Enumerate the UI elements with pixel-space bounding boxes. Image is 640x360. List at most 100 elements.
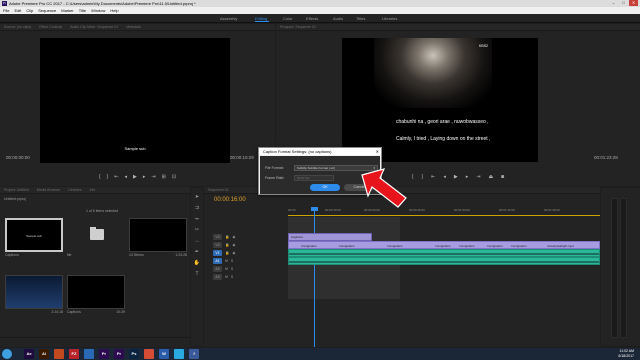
tab-effect-controls[interactable]: Effect Controls [39,25,62,29]
tab-media-browser[interactable]: Media Browser [37,188,60,192]
type-tool-icon[interactable]: T [195,271,198,277]
mute-icon[interactable]: M [225,275,228,279]
solo-icon[interactable]: S [231,267,233,271]
tab-audio-clip-mixer[interactable]: Audio Clip Mixer: Sequence 01 [70,25,118,29]
step-back-icon[interactable]: ◂ [125,174,128,184]
ripple-edit-icon[interactable]: ⟛ [195,216,200,222]
project-item-captions-2[interactable]: Captions 10:29 [67,275,125,314]
menu-window[interactable]: Window [91,8,105,13]
tab-project[interactable]: Project: Untitled [4,188,29,192]
taskbar-app-icon[interactable] [144,349,154,359]
track-label-v2[interactable]: V2 [213,242,222,248]
menu-file[interactable]: File [3,8,9,13]
taskbar-app-icon[interactable]: W [159,349,169,359]
menu-marker[interactable]: Marker [61,8,73,13]
mute-icon[interactable]: M [225,267,228,271]
taskbar-app-icon[interactable]: Pr [114,349,124,359]
tab-sequence[interactable]: Sequence 01 [208,188,229,192]
maximize-icon[interactable]: □ [619,0,628,6]
menu-edit[interactable]: Edit [14,8,21,13]
mark-in-icon[interactable]: { [99,174,101,184]
workspace-titles[interactable]: Titles [356,16,365,21]
close-icon[interactable]: ✕ [629,0,638,6]
step-forward-icon[interactable]: ▸ [466,174,469,184]
hand-tool-icon[interactable]: ✋ [194,260,200,266]
program-video-frame[interactable]: KBS2 chabunhi na , geori arae , nuwobwas… [342,38,538,162]
audio-clip-a1[interactable] [288,257,600,265]
track-label-a3[interactable]: A3 [213,274,222,280]
start-button-icon[interactable] [2,349,12,359]
track-label-v1[interactable]: V1 [213,250,222,256]
workspace-audio[interactable]: Audio [333,16,343,21]
menu-title[interactable]: Title [79,8,86,13]
workspace-effects[interactable]: Effects [306,16,318,21]
insert-icon[interactable]: ⊞ [162,174,166,184]
taskbar-app-icon[interactable] [84,349,94,359]
taskbar-app-icon[interactable]: f [189,349,199,359]
project-item-sequence[interactable]: 13 Stems 1:24:28 [129,218,187,257]
menu-sequence[interactable]: Sequence [38,8,56,13]
taskbar-app-icon[interactable]: Ai [39,349,49,359]
menu-clip[interactable]: Clip [26,8,33,13]
eye-icon[interactable]: ◉ [232,243,235,247]
source-video-frame[interactable]: Sample sub [40,38,230,163]
export-frame-icon[interactable]: ◙ [501,174,504,184]
selection-tool-icon[interactable]: ➤ [195,194,199,200]
menu-help[interactable]: Help [110,8,118,13]
go-to-out-icon[interactable]: ⇥ [151,174,155,184]
mark-out-icon[interactable]: } [421,174,423,184]
razor-tool-icon[interactable]: ✂ [195,227,199,233]
tab-source[interactable]: Source: (no clips) [4,25,31,29]
workspace-libraries[interactable]: Libraries [382,16,397,21]
go-to-in-icon[interactable]: ⇤ [114,174,118,184]
taskbar-app-icon[interactable]: Pr [99,349,109,359]
tab-libraries[interactable]: Libraries [68,188,81,192]
audio-video-clip-v1[interactable] [288,249,600,257]
project-item-video[interactable]: 2:24:18 [5,275,63,314]
solo-icon[interactable]: S [231,275,233,279]
slip-tool-icon[interactable]: ↔ [195,238,200,244]
minimize-icon[interactable]: – [609,0,618,6]
track-label-a2[interactable]: A2 [213,266,222,272]
mute-icon[interactable]: M [225,259,228,263]
track-label-a1[interactable]: A1 [213,258,222,264]
taskbar-app-icon[interactable]: FZ [69,349,79,359]
lock-icon[interactable]: 🔒 [225,243,229,247]
play-icon[interactable]: ▶ [133,174,137,184]
tab-program[interactable]: Program: Sequence 01 [280,25,316,29]
system-clock[interactable]: 11:02 AM 6/18/2017 [618,349,634,358]
mark-out-icon[interactable]: } [107,174,109,184]
step-forward-icon[interactable]: ▸ [143,174,146,184]
taskbar-app-icon[interactable] [174,349,184,359]
dialog-close-icon[interactable]: ✕ [376,148,379,155]
work-area-bar[interactable] [288,215,600,216]
project-item-captions[interactable]: Sample sub Captions [5,218,63,257]
timeline-timecode[interactable]: 00:00:16:00 [214,197,246,203]
workspace-assembly[interactable]: Assembly [220,16,237,21]
taskbar-app-icon[interactable] [54,349,64,359]
taskbar-app-icon[interactable]: Ae [24,349,34,359]
mark-in-icon[interactable]: { [412,174,414,184]
pen-tool-icon[interactable]: ✒ [195,249,199,255]
lift-icon[interactable]: ⏏ [488,174,493,184]
project-item-bin[interactable]: file [67,218,125,257]
step-back-icon[interactable]: ◂ [443,174,446,184]
caption-clip[interactable]: Captions [288,233,372,241]
taskbar-app-icon[interactable]: Ps [129,349,139,359]
go-to-out-icon[interactable]: ⇥ [476,174,480,184]
track-label-v3[interactable]: V3 [213,234,222,240]
lock-icon[interactable]: 🔒 [225,235,229,239]
track-select-icon[interactable]: ⇉ [195,205,199,211]
eye-icon[interactable]: ◉ [232,251,235,255]
tab-info[interactable]: Info [90,188,96,192]
source-current-timecode[interactable]: 00:00:00:00 [6,155,30,160]
tab-metadata[interactable]: Metadata [126,25,141,29]
lock-icon[interactable]: 🔒 [225,251,229,255]
overwrite-icon[interactable]: ⊡ [172,174,176,184]
frame-rate-field[interactable]: 29.97 fps [294,175,334,181]
go-to-in-icon[interactable]: ⇤ [431,174,435,184]
video-clip-track-v2[interactable]: Immigration Immigration Immigration Immi… [288,241,600,249]
play-icon[interactable]: ▶ [454,174,458,184]
eye-icon[interactable]: ◉ [232,235,235,239]
workspace-color[interactable]: Color [283,16,293,21]
